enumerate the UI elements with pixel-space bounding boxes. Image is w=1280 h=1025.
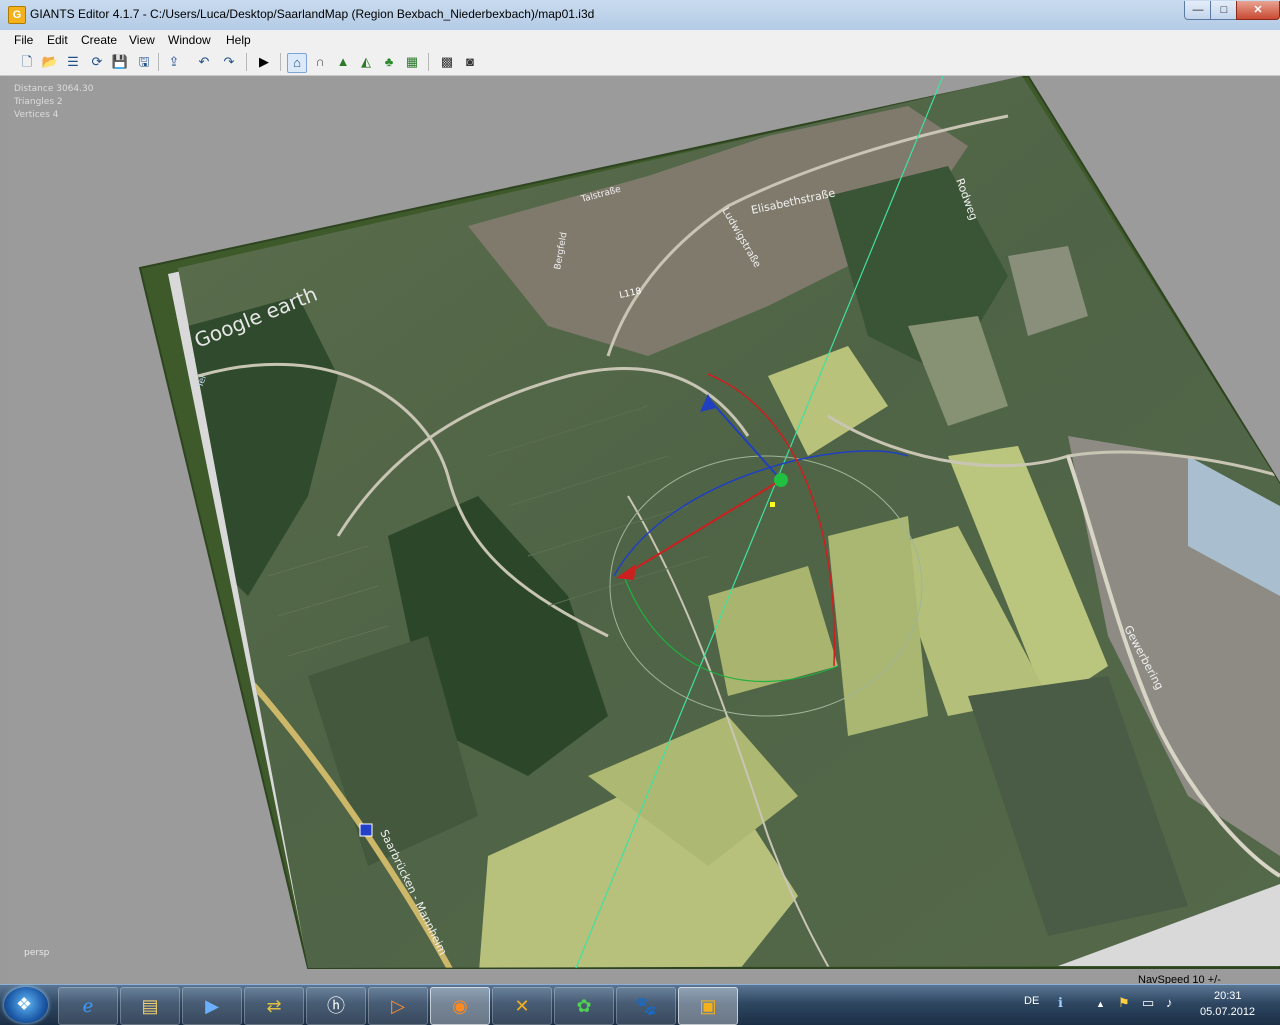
show-hidden-icons-icon[interactable]: ▲ — [1096, 999, 1105, 1009]
windows-logo-icon: ❖ — [16, 994, 33, 1014]
satellite-map — [178, 76, 1280, 968]
taskbar: ❖ ℯ ▤ ▶ ⇄ ⓗ ▷ ◉ ✕ ✿ 🐾 ▣ DE ℹ ▲ ⚑ ▭ ♪ 20:… — [0, 984, 1280, 1025]
stat-distance: Distance 3064.30 — [14, 84, 94, 94]
save-icon[interactable]: 💾 — [111, 53, 129, 71]
clock-time[interactable]: 20:31 — [1214, 990, 1242, 1002]
giants-export-icon[interactable]: ⇄ — [244, 987, 304, 1025]
title-bar: G GIANTS Editor 4.1.7 - C:/Users/Luca/De… — [0, 0, 1280, 31]
menu-window[interactable]: Window — [168, 33, 211, 47]
media-player-icon[interactable]: ▶ — [182, 987, 242, 1025]
camera-mode-label: persp — [24, 948, 50, 958]
gimp-icon[interactable]: 🐾 — [616, 987, 676, 1025]
toolbar-separator — [280, 53, 281, 71]
minimize-button[interactable]: — — [1184, 1, 1212, 20]
network-icon[interactable]: ▭ — [1142, 995, 1154, 1011]
giants-app-icon[interactable]: G — [8, 6, 26, 24]
select-home-icon[interactable]: ⌂ — [287, 53, 307, 73]
language-indicator[interactable]: DE — [1024, 995, 1039, 1007]
help-icon[interactable]: ℹ — [1058, 995, 1063, 1011]
terrain-sculpt-icon[interactable]: ▲ — [334, 53, 352, 71]
window-title: GIANTS Editor 4.1.7 - C:/Users/Luca/Desk… — [30, 7, 595, 21]
editor-window: G GIANTS Editor 4.1.7 - C:/Users/Luca/De… — [0, 0, 1280, 984]
maximize-button[interactable]: □ — [1210, 1, 1238, 20]
security-icon[interactable]: ⚑ — [1118, 995, 1130, 1011]
menu-help[interactable]: Help — [226, 33, 251, 47]
scene-render: Google earth Elisabethstraße Rodweg Gewe… — [138, 76, 1280, 969]
menu-bar: File Edit Create View Window Help — [0, 30, 1280, 50]
stat-vertices: Vertices 4 — [14, 110, 59, 120]
stat-triangles: Triangles 2 — [14, 97, 63, 107]
checker-settings-icon[interactable]: ◙ — [461, 53, 479, 71]
3d-viewport[interactable]: Google earth Elisabethstraße Rodweg Gewe… — [8, 76, 1280, 984]
menu-edit[interactable]: Edit — [47, 33, 68, 47]
gizmo-axis-z-handle — [774, 473, 788, 487]
undo-icon[interactable]: ↶ — [195, 53, 213, 71]
refresh-icon[interactable]: ⟳ — [88, 53, 106, 71]
explorer-folder-icon[interactable]: ▤ — [120, 987, 180, 1025]
terrain-paint-icon[interactable]: ◭ — [357, 53, 375, 71]
redo-icon[interactable]: ↷ — [220, 53, 238, 71]
nav-speed-label: NavSpeed 10 +/- — [1138, 974, 1221, 984]
gizmo-pivot — [770, 502, 775, 507]
internet-explorer-icon[interactable]: ℯ — [58, 987, 118, 1025]
play-icon[interactable]: ▶ — [255, 53, 273, 71]
volume-icon[interactable]: ♪ — [1166, 995, 1173, 1010]
checker-icon[interactable]: ▩ — [438, 53, 456, 71]
toolbar-separator — [428, 53, 429, 71]
menu-file[interactable]: File — [14, 33, 33, 47]
properties-icon[interactable]: ☰ — [64, 53, 82, 71]
magnet-icon[interactable]: ∩ — [311, 53, 329, 71]
toolbar: 🗋 📂 ☰ ⟳ 💾 🖫 ⇪ ↶ ↷ ▶ ⌂ ∩ ▲ ◭ ♣ ▦ ▩ ◙ — [0, 50, 1280, 76]
clock-date[interactable]: 05.07.2012 — [1200, 1006, 1255, 1018]
new-file-icon[interactable]: 🗋 — [18, 53, 36, 71]
texture-paint-icon[interactable]: ▦ — [403, 53, 421, 71]
open-file-icon[interactable]: 📂 — [41, 53, 59, 71]
media-center-icon[interactable]: ▷ — [368, 987, 428, 1025]
close-button[interactable]: ✕ — [1236, 1, 1280, 20]
firefox-icon[interactable]: ◉ — [430, 987, 490, 1025]
icq-icon[interactable]: ✿ — [554, 987, 614, 1025]
toolbar-separator — [158, 53, 159, 71]
hp-icon[interactable]: ⓗ — [306, 987, 366, 1025]
foliage-paint-icon[interactable]: ♣ — [380, 53, 398, 71]
save-as-icon[interactable]: 🖫 — [135, 53, 153, 71]
start-orb[interactable]: ❖ — [4, 987, 48, 1023]
import-icon[interactable]: ⇪ — [165, 53, 183, 71]
menu-view[interactable]: View — [129, 33, 155, 47]
highway-shield-icon — [359, 823, 373, 837]
network-tools-icon[interactable]: ✕ — [492, 987, 552, 1025]
menu-create[interactable]: Create — [81, 33, 117, 47]
giants-editor-icon[interactable]: ▣ — [678, 987, 738, 1025]
toolbar-separator — [246, 53, 247, 71]
